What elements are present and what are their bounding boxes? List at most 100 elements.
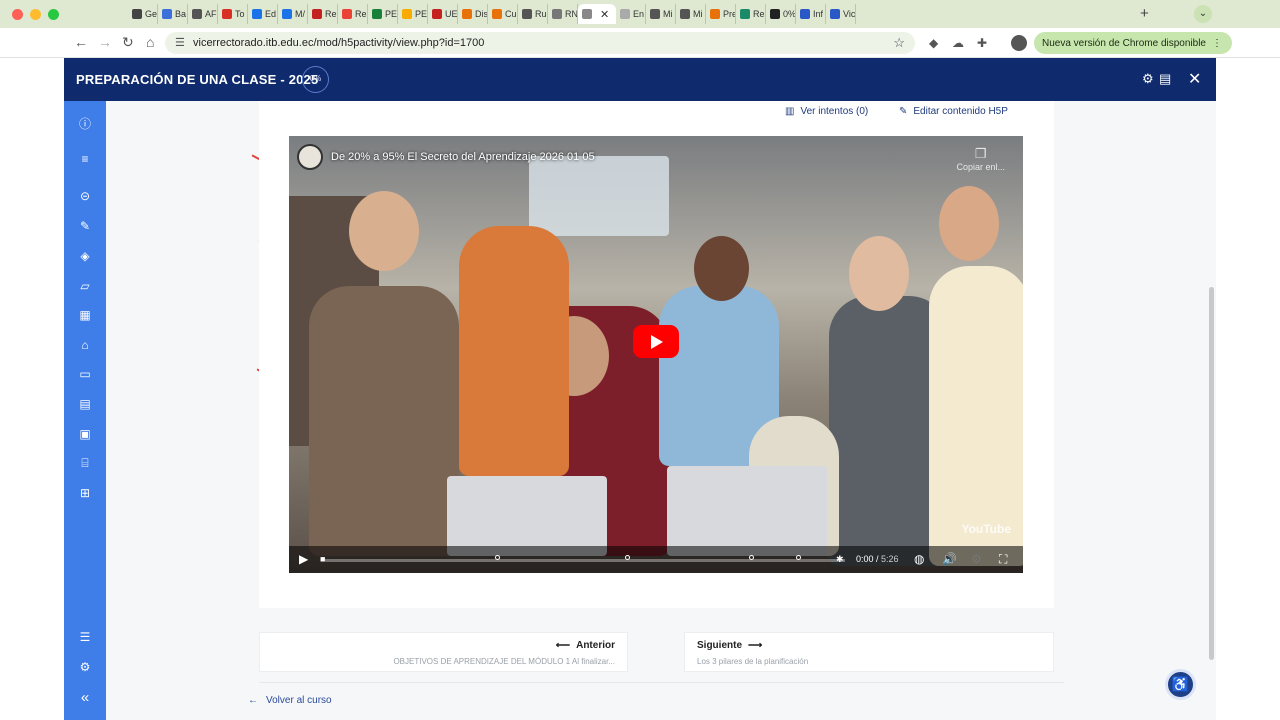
previous-activity-title: OBJETIVOS DE APRENDIZAJE DEL MÓDULO 1 Al… (393, 657, 615, 666)
copy-link-button[interactable]: ❐ Copiar enl... (956, 146, 1005, 172)
home-outline-icon[interactable]: ⌂ (64, 338, 106, 352)
extension-cloud-icon[interactable]: ☁ (952, 36, 964, 50)
profile-avatar[interactable] (1011, 35, 1027, 51)
tab-label: Ru (535, 9, 547, 19)
back-to-course-label: Volver al curso (266, 695, 332, 706)
list-settings-icon[interactable]: ☰ (64, 630, 106, 644)
browser-tab[interactable]: En (616, 4, 646, 24)
browser-tab[interactable]: Re (736, 4, 766, 24)
video-figure-head (849, 236, 909, 311)
graduation-cap-icon[interactable]: ◈ (64, 249, 106, 263)
address-bar[interactable]: ☰ vicerrectorado.itb.edu.ec/mod/h5pactiv… (165, 32, 915, 54)
chapter-marker[interactable] (624, 555, 630, 560)
sidebar-gear-icon[interactable]: ⚙ (64, 660, 106, 674)
video-figure-head (349, 191, 419, 271)
grid-icon[interactable]: ▦ (64, 308, 106, 322)
close-icon[interactable]: ✕ (1188, 69, 1201, 89)
edit-square-icon[interactable]: ✎ (64, 219, 106, 233)
video-player[interactable]: De 20% a 95% El Secreto del Aprendizaje … (289, 136, 1023, 573)
collapse-sidebar-icon[interactable]: « (64, 689, 106, 706)
institution-icon[interactable]: ⌸ (64, 456, 106, 471)
minimize-window-button[interactable] (30, 9, 41, 20)
fullscreen-icon[interactable]: ⛶ (999, 552, 1007, 567)
site-info-icon[interactable]: ☰ (175, 36, 185, 49)
back-arrow-icon[interactable]: ← (74, 34, 88, 50)
calendar-icon[interactable]: ▣ (64, 427, 106, 441)
video-figure (929, 266, 1023, 566)
close-window-button[interactable] (12, 9, 23, 20)
browser-tab[interactable]: Pre (706, 4, 736, 24)
browser-tab-active[interactable]: ✕ (578, 4, 616, 24)
browser-toolbar: ← → ↻ ⌂ ☰ vicerrectorado.itb.edu.ec/mod/… (0, 28, 1280, 58)
browser-tab[interactable]: Inf (796, 4, 826, 24)
previous-link[interactable]: ⟵ Anterior (556, 640, 615, 651)
play-button-large[interactable] (633, 325, 679, 358)
browser-tab[interactable]: Mi (676, 4, 706, 24)
browser-tab[interactable]: To (218, 4, 248, 24)
browser-tab[interactable]: 0% (766, 4, 796, 24)
channel-avatar[interactable] (297, 144, 323, 170)
view-attempts-link[interactable]: ▥ Ver intentos (0) (785, 106, 868, 117)
book-icon[interactable]: ▭ (64, 367, 106, 381)
note-icon[interactable]: ▱ (64, 279, 106, 293)
next-link[interactable]: Siguiente ⟶ (697, 640, 762, 651)
progress-bar[interactable] (325, 555, 845, 562)
tab-close-icon[interactable]: ✕ (600, 8, 609, 21)
accessibility-icon[interactable]: ♿ (1165, 669, 1196, 700)
menu-lines-icon[interactable]: ≡ (64, 152, 106, 166)
browser-tab[interactable]: PE (398, 4, 428, 24)
browser-tab[interactable]: Mi (646, 4, 676, 24)
chapter-marker[interactable] (796, 555, 802, 560)
extension-icon[interactable]: ◆ (929, 36, 938, 50)
chapter-marker[interactable] (749, 555, 755, 560)
reload-icon[interactable]: ↻ (122, 34, 134, 51)
settings-gear-icon[interactable]: ⚙ (1142, 71, 1154, 87)
document-icon[interactable]: ▤ (1159, 71, 1171, 87)
toggle-icon[interactable]: ⊝ (64, 189, 106, 203)
copy-icon: ❐ (974, 146, 987, 161)
settings-icon[interactable]: ⚙ (971, 552, 982, 566)
browser-tab[interactable]: Vic (826, 4, 856, 24)
browser-tab[interactable]: UE (428, 4, 458, 24)
browser-tab[interactable]: M/ (278, 4, 308, 24)
report-icon[interactable]: ▤ (64, 397, 106, 411)
browser-tab[interactable]: Re (308, 4, 338, 24)
speed-icon[interactable]: ◍ (914, 552, 924, 566)
extensions-puzzle-icon[interactable]: ✚ (977, 36, 987, 50)
previous-activity-card[interactable]: ⟵ Anterior OBJETIVOS DE APRENDIZAJE DEL … (259, 632, 628, 672)
play-icon[interactable]: ▶ (299, 552, 308, 566)
next-activity-card[interactable]: Siguiente ⟶ Los 3 pilares de la planific… (684, 632, 1054, 672)
youtube-logo[interactable]: YouTube (961, 522, 1011, 536)
apps-add-icon[interactable]: ⊞ (64, 486, 106, 500)
bookmark-star-icon[interactable]: ☆ (893, 35, 905, 51)
browser-tab[interactable]: Ed (248, 4, 278, 24)
tab-favicon-icon (282, 9, 292, 19)
browser-tab[interactable]: Ge (128, 4, 158, 24)
browser-tab[interactable]: PE (368, 4, 398, 24)
tab-favicon-icon (132, 9, 142, 19)
edit-h5p-link[interactable]: ✎ Editar contenido H5P (899, 106, 1008, 117)
back-to-course-link[interactable]: ← Volver al curso (248, 695, 332, 706)
browser-tab[interactable]: Dis (458, 4, 488, 24)
new-tab-button[interactable]: + (1140, 5, 1149, 22)
tab-favicon-icon (342, 9, 352, 19)
browser-tab[interactable]: Ba (158, 4, 188, 24)
home-icon[interactable]: ⌂ (146, 34, 154, 50)
browser-tab[interactable]: RN (548, 4, 578, 24)
page-scrollbar[interactable] (1209, 287, 1214, 660)
volume-icon[interactable]: 🔊 (942, 552, 957, 566)
tab-favicon-icon (162, 9, 172, 19)
tab-label: En (633, 9, 645, 19)
video-title[interactable]: De 20% a 95% El Secreto del Aprendizaje … (331, 151, 595, 163)
forward-arrow-icon[interactable]: → (98, 34, 112, 50)
chrome-update-button[interactable]: Nueva versión de Chrome disponible ⋮ (1034, 32, 1232, 54)
info-icon[interactable]: ⓘ (64, 115, 106, 132)
browser-tab[interactable]: AF (188, 4, 218, 24)
tab-favicon-icon (522, 9, 532, 19)
zoom-window-button[interactable] (48, 9, 59, 20)
browser-tab[interactable]: Re (338, 4, 368, 24)
browser-tab[interactable]: Ru (518, 4, 548, 24)
chapter-marker[interactable] (494, 555, 500, 560)
tab-search-button[interactable]: ⌄ (1194, 5, 1212, 23)
browser-tab[interactable]: Cu (488, 4, 518, 24)
